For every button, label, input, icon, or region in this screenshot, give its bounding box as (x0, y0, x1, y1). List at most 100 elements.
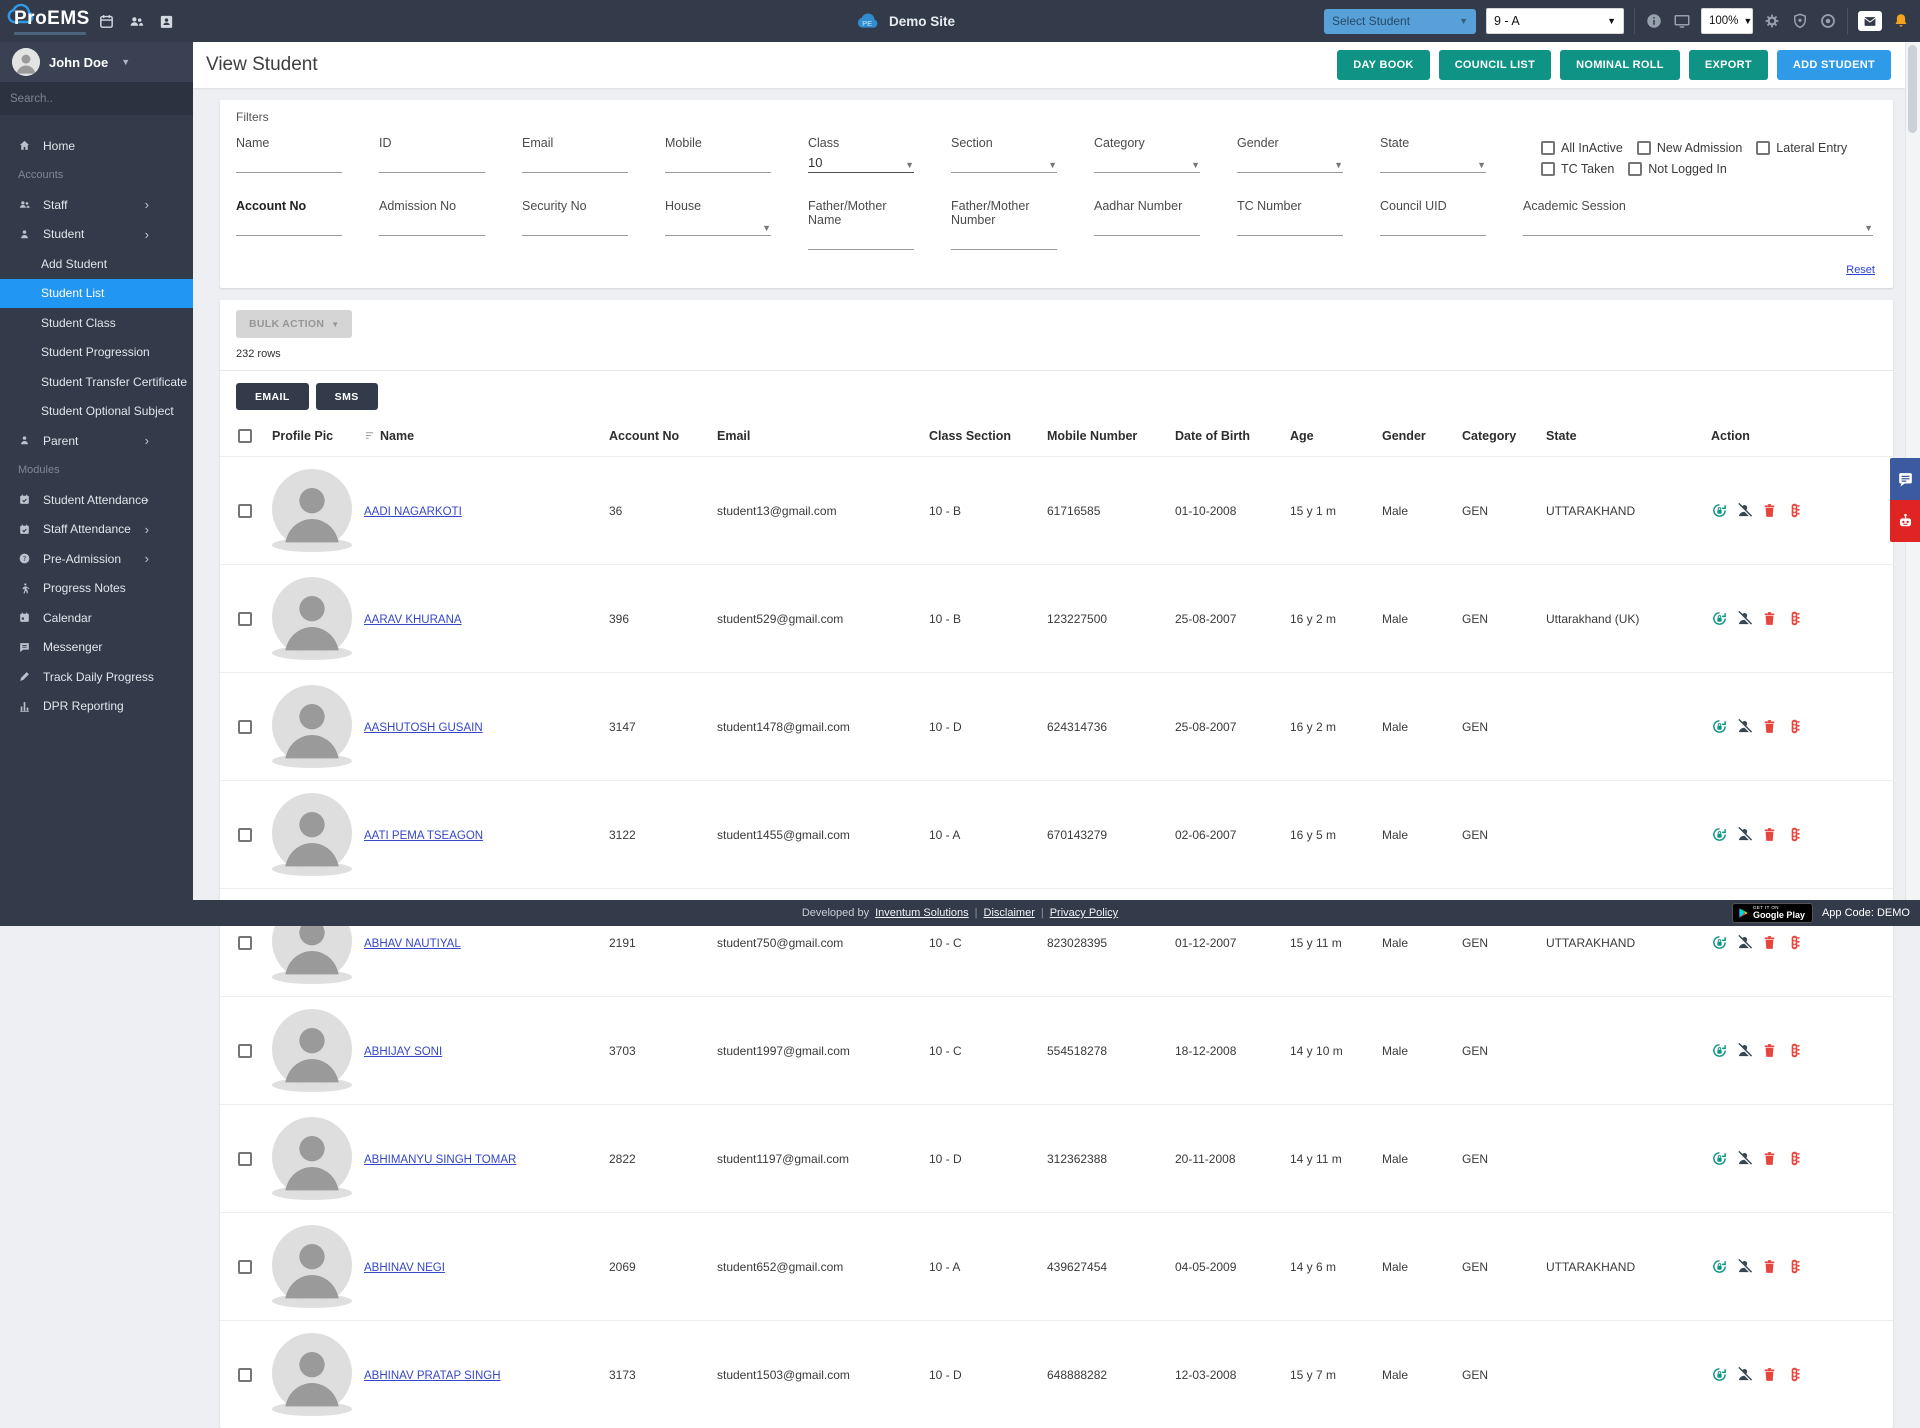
student-name-link[interactable]: AASHUTOSH GUSAIN (364, 722, 483, 734)
bulk-action-button[interactable]: BULK ACTION ▼ (236, 310, 352, 338)
export-button[interactable]: EXPORT (1689, 50, 1768, 80)
row-checkbox[interactable] (238, 936, 252, 950)
id-card-shortcut-icon[interactable] (158, 13, 175, 30)
deactivate-user-icon[interactable] (1736, 718, 1753, 735)
filter-input-gender[interactable]: ▼ (1237, 150, 1343, 173)
deactivate-user-icon[interactable] (1736, 610, 1753, 627)
delete-icon[interactable] (1761, 610, 1778, 627)
shield-icon[interactable] (1791, 12, 1809, 30)
sidebar-item-student[interactable]: Student› (0, 220, 193, 250)
sidebar-item-dpr-reporting[interactable]: DPR Reporting (0, 692, 193, 722)
reset-password-icon[interactable] (1711, 610, 1728, 627)
delete-icon[interactable] (1761, 1042, 1778, 1059)
reset-password-icon[interactable] (1711, 934, 1728, 951)
reset-password-icon[interactable] (1711, 502, 1728, 519)
traffic-light-icon[interactable] (1786, 1042, 1803, 1059)
filter-input-class[interactable]: 10▼ (808, 150, 914, 173)
traffic-light-icon[interactable] (1786, 502, 1803, 519)
reset-password-icon[interactable] (1711, 718, 1728, 735)
sidebar-item-progress-notes[interactable]: Progress Notes (0, 574, 193, 604)
row-checkbox[interactable] (238, 1044, 252, 1058)
delete-icon[interactable] (1761, 934, 1778, 951)
checkbox-box[interactable] (1541, 141, 1555, 155)
sidebar-item-messenger[interactable]: Messenger (0, 633, 193, 663)
traffic-light-icon[interactable] (1786, 1150, 1803, 1167)
filter-input-father-mother-number[interactable] (951, 227, 1057, 250)
row-checkbox[interactable] (238, 828, 252, 842)
reset-password-icon[interactable] (1711, 1150, 1728, 1167)
row-checkbox[interactable] (238, 504, 252, 518)
deactivate-user-icon[interactable] (1736, 1042, 1753, 1059)
staff-shortcut-icon[interactable] (128, 13, 145, 30)
filter-input-name[interactable] (236, 150, 342, 173)
traffic-light-icon[interactable] (1786, 1258, 1803, 1275)
checkbox-all-inactive[interactable]: All InActive (1541, 141, 1623, 155)
day-book-button[interactable]: DAY BOOK (1337, 50, 1429, 80)
sidebar-item-staff-attendance[interactable]: Staff Attendance› (0, 515, 193, 545)
filter-input-academic-session[interactable]: ▼ (1523, 213, 1873, 236)
calendar-shortcut-icon[interactable] (98, 13, 115, 30)
sidebar-item-pre-admission[interactable]: ?Pre-Admission› (0, 544, 193, 574)
app-logo[interactable]: ProEMS (14, 8, 90, 35)
filter-input-tc-number[interactable] (1237, 213, 1343, 236)
filter-input-email[interactable] (522, 150, 628, 173)
sidebar-item-staff[interactable]: Staff› (0, 190, 193, 220)
filter-input-council-uid[interactable] (1380, 213, 1486, 236)
delete-icon[interactable] (1761, 718, 1778, 735)
student-name-link[interactable]: ABHAV NAUTIYAL (364, 938, 461, 950)
sidebar-item-add-student[interactable]: Add Student (0, 249, 193, 279)
filter-input-category[interactable]: ▼ (1094, 150, 1200, 173)
sidebar-item-student-progression[interactable]: Student Progression (0, 338, 193, 368)
add-student-button[interactable]: ADD STUDENT (1777, 50, 1891, 80)
notification-bell-icon[interactable] (1892, 11, 1910, 31)
google-play-badge[interactable]: GET IT ON Google Play (1732, 903, 1813, 923)
scrollbar-thumb[interactable] (1908, 45, 1917, 133)
checkbox-not-logged-in[interactable]: Not Logged In (1628, 162, 1727, 176)
council-list-button[interactable]: COUNCIL LIST (1439, 50, 1551, 80)
delete-icon[interactable] (1761, 502, 1778, 519)
delete-icon[interactable] (1761, 1150, 1778, 1167)
row-checkbox[interactable] (238, 1152, 252, 1166)
sidebar-item-home[interactable]: Home (0, 131, 193, 161)
filter-input-section[interactable]: ▼ (951, 150, 1057, 173)
reset-password-icon[interactable] (1711, 1258, 1728, 1275)
select-all-checkbox[interactable] (238, 429, 252, 443)
display-icon[interactable] (1673, 12, 1691, 30)
deactivate-user-icon[interactable] (1736, 1150, 1753, 1167)
reset-password-icon[interactable] (1711, 1042, 1728, 1059)
student-name-link[interactable]: ABHINAV NEGI (364, 1262, 445, 1274)
traffic-light-icon[interactable] (1786, 934, 1803, 951)
info-icon[interactable] (1645, 12, 1663, 30)
traffic-light-icon[interactable] (1786, 1366, 1803, 1383)
row-checkbox[interactable] (238, 612, 252, 626)
deactivate-user-icon[interactable] (1736, 934, 1753, 951)
sidebar-item-track-daily-progress[interactable]: Track Daily Progress (0, 662, 193, 692)
nominal-roll-button[interactable]: NOMINAL ROLL (1560, 50, 1680, 80)
checkbox-box[interactable] (1628, 162, 1642, 176)
select-student-dropdown[interactable]: Select Student ▼ (1324, 9, 1476, 34)
student-name-link[interactable]: ABHIMANYU SINGH TOMAR (364, 1154, 516, 1166)
filter-input-father-mother-name[interactable] (808, 227, 914, 250)
email-button[interactable]: EMAIL (236, 383, 309, 410)
checkbox-lateral-entry[interactable]: Lateral Entry (1756, 141, 1847, 155)
student-name-link[interactable]: AADI NAGARKOTI (364, 506, 462, 518)
sidebar-item-parent[interactable]: Parent› (0, 426, 193, 456)
row-checkbox[interactable] (238, 720, 252, 734)
settings-gear-icon[interactable] (1763, 12, 1781, 30)
checkbox-new-admission[interactable]: New Admission (1637, 141, 1742, 155)
traffic-light-icon[interactable] (1786, 718, 1803, 735)
delete-icon[interactable] (1761, 1258, 1778, 1275)
reset-filters-link[interactable]: Reset (1846, 264, 1875, 276)
filter-input-mobile[interactable] (665, 150, 771, 173)
filter-input-aadhar-number[interactable] (1094, 213, 1200, 236)
filter-input-house[interactable]: ▼ (665, 213, 771, 236)
sidebar-item-student-transfer-certificate[interactable]: Student Transfer Certificate (0, 367, 193, 397)
delete-icon[interactable] (1761, 826, 1778, 843)
disclaimer-link[interactable]: Disclaimer (984, 907, 1035, 919)
traffic-light-icon[interactable] (1786, 826, 1803, 843)
class-section-select[interactable]: 9 - A ▼ (1486, 8, 1624, 34)
filter-input-account-no[interactable] (236, 213, 342, 236)
theme-icon[interactable] (1819, 12, 1837, 30)
row-checkbox[interactable] (238, 1368, 252, 1382)
row-checkbox[interactable] (238, 1260, 252, 1274)
